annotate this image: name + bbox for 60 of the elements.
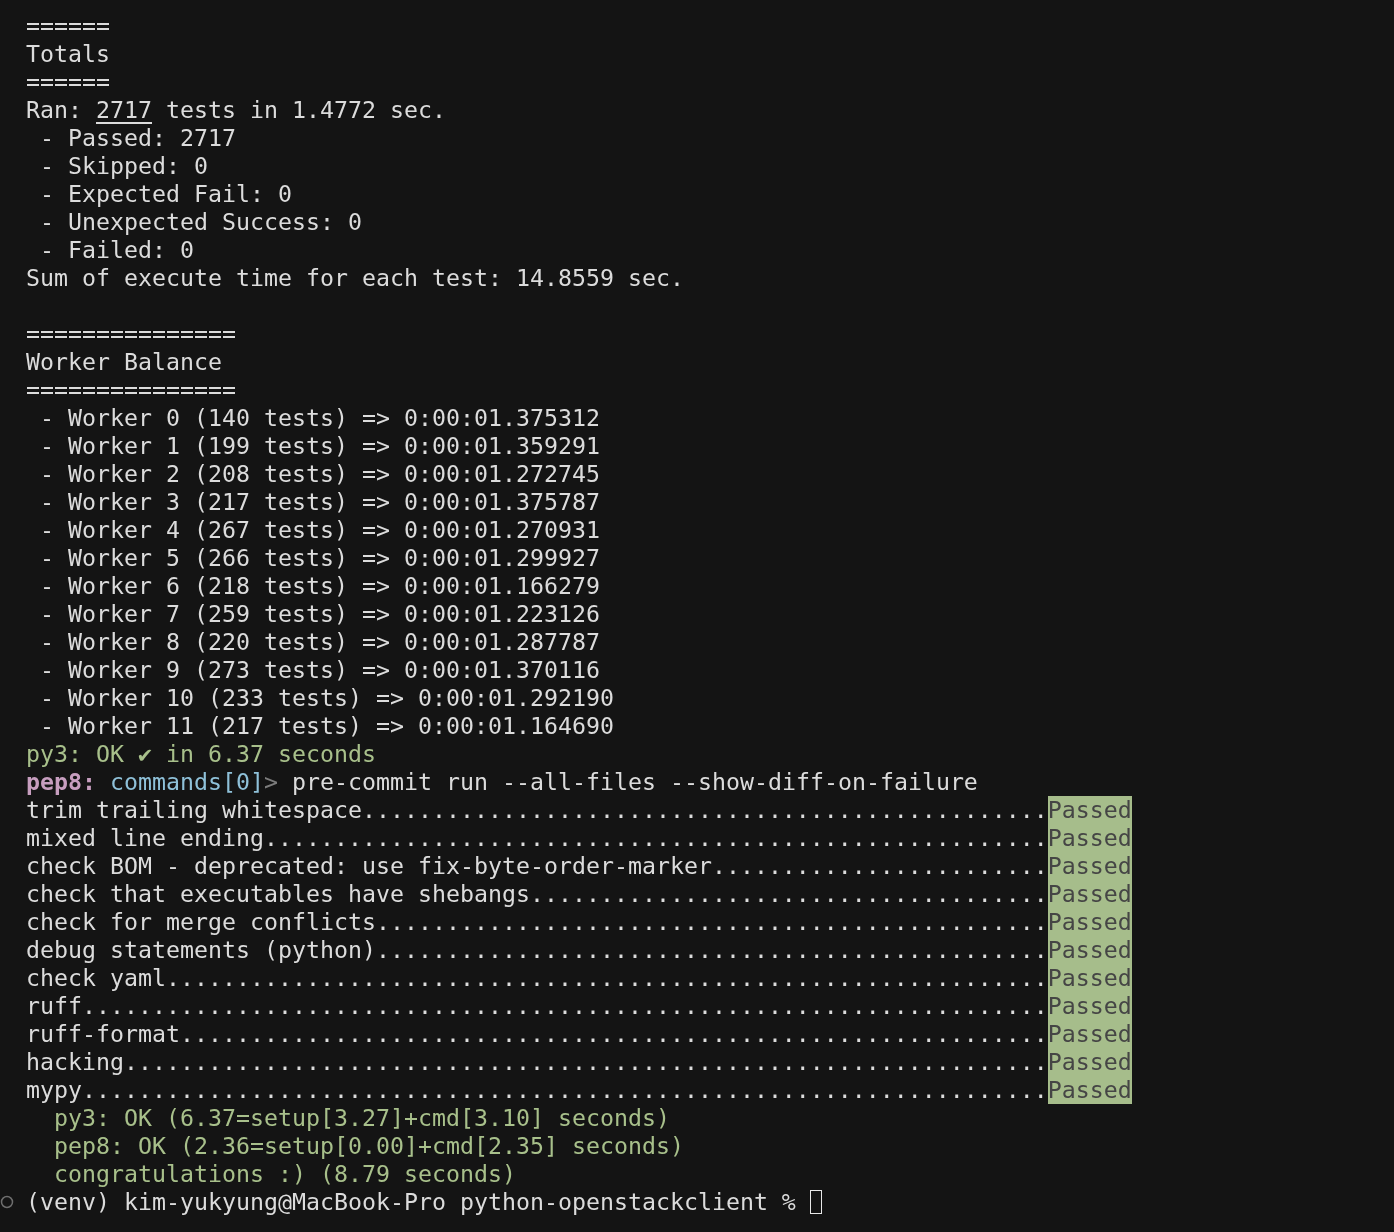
result-label: Passed [1047,796,1132,824]
output-line: - Skipped: 0 [40,152,208,180]
hook-line: ruff..................................................................... [26,992,1048,1020]
summary-line: py3: OK (6.37=setup[3.27]+cmd[3.10] seconds) [54,1104,670,1132]
output-text: tests in 1.4772 sec. [165,96,446,124]
output-line: - Worker 5 (266 tests) => 0:00:01.299927 [40,544,600,572]
shell-prompt: (venv) kim-yukyung@MacBook-Pro python-openstackclient % [26,1188,796,1216]
output-line: - Worker 7 (259 tests) => 0:00:01.223126 [40,600,600,628]
hook-line: check yaml............................................................... [26,964,1048,992]
result-label: Passed [1047,824,1132,852]
output-line: Totals [26,40,110,68]
output-line: ====== [26,68,110,96]
env-name: pep8: [26,768,96,796]
output-line: - Worker 4 (267 tests) => 0:00:01.270931 [40,516,600,544]
command-text: pre-commit run --all-files --show-diff-on-failure [292,768,978,796]
output-line: - Worker 6 (218 tests) => 0:00:01.166279 [40,572,600,600]
command-step: commands[0] [110,768,264,796]
status-circle-icon [0,1195,14,1209]
output-line: =============== [26,376,236,404]
result-label: Passed [1047,992,1132,1020]
result-label: Passed [1047,880,1132,908]
hook-line: mixed line ending........................................................ [26,824,1048,852]
output-line: - Worker 10 (233 tests) => 0:00:01.292190 [40,684,614,712]
hook-line: hacking.................................................................. [26,1048,1048,1076]
output-line: - Expected Fail: 0 [40,180,292,208]
result-label: Passed [1047,936,1132,964]
output-line: - Worker 2 (208 tests) => 0:00:01.272745 [40,460,600,488]
output-line: - Worker 11 (217 tests) => 0:00:01.164690 [40,712,614,740]
output-line: - Worker 0 (140 tests) => 0:00:01.375312 [40,404,600,432]
output-line: - Worker 8 (220 tests) => 0:00:01.287787 [40,628,600,656]
summary-line: congratulations :) (8.79 seconds) [54,1160,516,1188]
result-label: Passed [1047,908,1132,936]
output-line: Worker Balance [26,348,222,376]
test-count: 2717 [96,96,152,124]
hook-line: mypy..................................................................... [26,1076,1048,1104]
hook-line: debug statements (python)................................................ [26,936,1048,964]
output-line: - Worker 3 (217 tests) => 0:00:01.375787 [40,488,600,516]
output-line: ====== [26,12,110,40]
result-label: Passed [1047,1020,1132,1048]
output-line: - Worker 9 (273 tests) => 0:00:01.370116 [40,656,600,684]
result-label: Passed [1047,852,1132,880]
output-text: Ran: [26,96,83,124]
text-cursor [809,1190,822,1214]
status-line: py3: OK ✔ in 6.37 seconds [26,740,376,768]
summary-line: pep8: OK (2.36=setup[0.00]+cmd[2.35] seconds) [54,1132,684,1160]
prompt-arrow: > [264,768,278,796]
output-line: - Unexpected Success: 0 [40,208,362,236]
output-line: - Passed: 2717 [40,124,236,152]
output-line: Sum of execute time for each test: 14.8559 sec. [26,264,684,292]
result-label: Passed [1047,964,1132,992]
hook-line: check that executables have shebangs..................................... [26,880,1048,908]
output-line: =============== [26,320,236,348]
hook-line: check for merge conflicts................................................ [26,908,1048,936]
hook-line: ruff-format.............................................................. [26,1020,1048,1048]
output-line: - Failed: 0 [40,236,194,264]
result-label: Passed [1047,1048,1132,1076]
output-line: - Worker 1 (199 tests) => 0:00:01.359291 [40,432,600,460]
hook-line: check BOM - deprecated: use fix-byte-order-marker........................ [26,852,1048,880]
hook-line: trim trailing whitespace................................................. [26,796,1048,824]
result-label: Passed [1047,1076,1132,1104]
